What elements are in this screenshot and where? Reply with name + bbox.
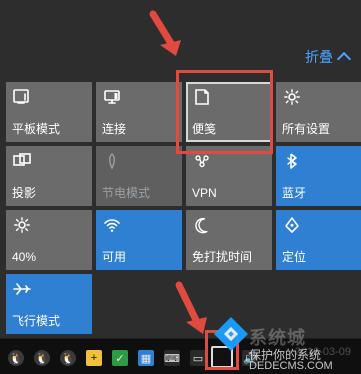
tile-label: 便笺 <box>192 122 217 136</box>
tile-label: 蓝牙 <box>282 186 307 200</box>
tile-label: VPN <box>192 186 217 200</box>
tile-label: 飞行模式 <box>12 314 61 328</box>
app-icon[interactable]: ▦ <box>138 350 154 366</box>
tile-label: 40% <box>12 250 37 264</box>
chevron-up-icon <box>336 51 352 67</box>
tile-label: 定位 <box>282 250 307 264</box>
tile-bluetooth[interactable]: 蓝牙 <box>276 146 361 206</box>
bluetooth-icon <box>282 152 302 170</box>
tile-label: 免打扰时间 <box>192 250 253 264</box>
tile-wifi[interactable]: 可用 <box>96 210 182 270</box>
brightness-icon <box>12 216 32 234</box>
tile-note[interactable]: 便笺 <box>186 82 272 142</box>
tile-label: 投影 <box>12 186 37 200</box>
collapse-label: 折叠 <box>305 49 333 65</box>
plus-icon[interactable]: + <box>86 350 102 366</box>
top-area: 折叠 <box>0 0 361 80</box>
battery-icon[interactable]: ▭ <box>190 350 206 366</box>
airplane-mode-icon <box>12 280 32 298</box>
project-icon <box>12 152 32 170</box>
action-center-icon[interactable] <box>211 346 233 368</box>
taskbar: 🐧 🐧 🐧 + ✓ ▦ ⌨ ▭ ◫ 🔊 <box>0 338 361 374</box>
battery-saver-icon <box>102 152 122 170</box>
tile-brightness[interactable]: 40% <box>6 210 92 270</box>
tablet-mode-icon <box>12 88 32 106</box>
tile-label: 可用 <box>102 250 127 264</box>
tile-location[interactable]: 定位 <box>276 210 361 270</box>
settings-icon <box>282 88 302 106</box>
wifi-icon <box>102 216 122 234</box>
tile-connect[interactable]: 连接 <box>96 82 182 142</box>
tile-quiet-hours[interactable]: 免打扰时间 <box>186 210 272 270</box>
tile-project[interactable]: 投影 <box>6 146 92 206</box>
location-icon <box>282 216 302 234</box>
tile-all-settings[interactable]: 所有设置 <box>276 82 361 142</box>
quiet-hours-icon <box>192 216 212 234</box>
vpn-icon <box>192 152 212 170</box>
tile-tablet-mode[interactable]: 平板模式 <box>6 82 92 142</box>
shield-icon[interactable]: ✓ <box>112 350 128 366</box>
collapse-button[interactable]: 折叠 <box>305 47 352 67</box>
tile-label: 平板模式 <box>12 122 61 136</box>
qq-icon[interactable]: 🐧 <box>60 350 76 366</box>
tile-label: 所有设置 <box>282 122 331 136</box>
quick-actions-grid: 平板模式 连接 便笺 所有设置 投影 节电模式 VPN 蓝牙 40% 可用 免打… <box>6 82 361 334</box>
qq-icon[interactable]: 🐧 <box>34 350 50 366</box>
tile-battery-saver[interactable]: 节电模式 <box>96 146 182 206</box>
keyboard-icon[interactable]: ⌨ <box>164 350 180 366</box>
note-icon <box>192 88 212 106</box>
tile-label: 连接 <box>102 122 127 136</box>
connect-icon <box>102 88 122 106</box>
tile-label: 节电模式 <box>102 186 151 200</box>
tile-airplane-mode[interactable]: 飞行模式 <box>6 274 92 334</box>
tile-vpn[interactable]: VPN <box>186 146 272 206</box>
volume-icon[interactable]: 🔊 <box>242 350 258 366</box>
qq-icon[interactable]: 🐧 <box>8 350 24 366</box>
